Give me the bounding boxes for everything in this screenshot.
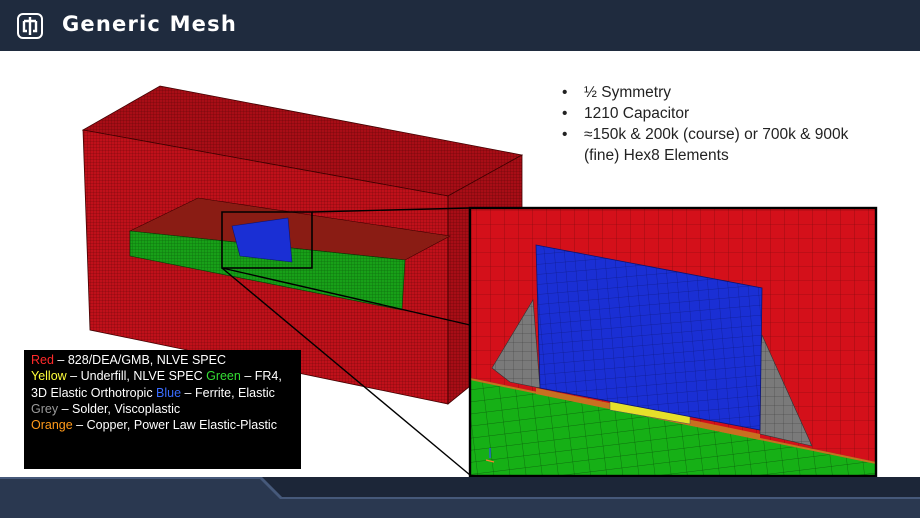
- legend-red-label: Red: [31, 353, 54, 367]
- zoom-inset: [468, 206, 878, 477]
- header-bar: Generic Mesh: [0, 0, 920, 51]
- legend-blue-text: – Ferrite, Elastic: [181, 385, 275, 400]
- sandia-logo-icon: [17, 13, 43, 39]
- legend-green-label: Green: [206, 369, 241, 384]
- slide-title: Generic Mesh: [62, 12, 237, 36]
- legend-red-text: – 828/DEA/GMB, NLVE SPEC: [53, 353, 226, 367]
- legend-yellow-label: Yellow: [31, 369, 67, 384]
- footer-graphic: [0, 477, 920, 518]
- legend-yellow-text: – Underfill, NLVE SPEC: [66, 369, 207, 384]
- legend-grey-label: Grey: [31, 401, 59, 416]
- footer-bar: [0, 477, 920, 518]
- material-legend: Red – 828/DEA/GMB, NLVE SPEC Yellow – Un…: [24, 350, 301, 469]
- legend-grey-text: – Solder, Viscoplastic: [58, 401, 181, 416]
- legend-orange-text: – Copper, Power Law Elastic-Plastic: [72, 418, 277, 433]
- legend-blue-label: Blue: [156, 385, 182, 400]
- legend-orange-label: Orange: [31, 418, 73, 433]
